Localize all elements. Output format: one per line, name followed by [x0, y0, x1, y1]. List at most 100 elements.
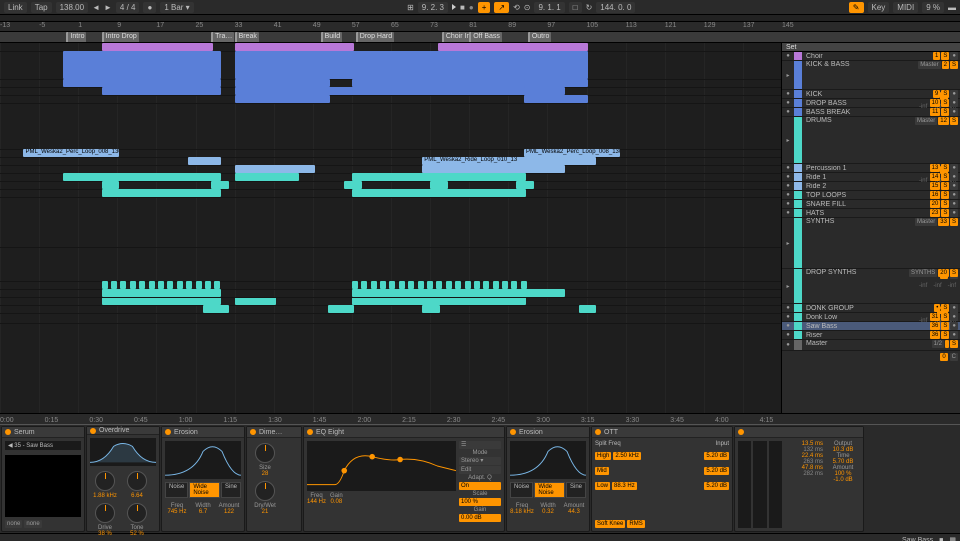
- play-button[interactable]: [452, 3, 456, 12]
- key-button[interactable]: Key: [868, 2, 890, 13]
- clip[interactable]: [352, 297, 526, 305]
- solo[interactable]: S: [941, 331, 949, 339]
- clip[interactable]: [455, 281, 461, 289]
- track-num[interactable]: 1: [933, 52, 940, 60]
- arm[interactable]: ●: [950, 90, 958, 98]
- device[interactable]: OTTSplit FreqInputHigh2.50 kHz5.20 dBMid…: [591, 426, 733, 532]
- route[interactable]: Master: [918, 61, 940, 69]
- track-fold-icon[interactable]: ●: [784, 322, 792, 330]
- nudge-up[interactable]: ►: [104, 3, 112, 12]
- clip[interactable]: [235, 173, 300, 181]
- arrangement-pos[interactable]: 9. 2. 3: [418, 2, 448, 13]
- arm[interactable]: ●: [950, 209, 958, 217]
- solo[interactable]: S: [941, 182, 949, 190]
- track-name[interactable]: Ride 2: [804, 183, 896, 190]
- clip[interactable]: [177, 281, 183, 289]
- clip[interactable]: [422, 165, 565, 173]
- foot[interactable]: none: [5, 520, 22, 528]
- device-activator[interactable]: [595, 429, 601, 435]
- track-name[interactable]: KICK: [804, 91, 896, 98]
- clip[interactable]: [389, 281, 395, 289]
- clip[interactable]: [235, 43, 354, 51]
- clip[interactable]: [102, 79, 221, 87]
- solo[interactable]: S: [950, 61, 958, 69]
- solo[interactable]: S: [941, 99, 949, 107]
- clip[interactable]: [120, 281, 126, 289]
- track-fold-icon[interactable]: ●: [784, 331, 792, 339]
- track-fold-icon[interactable]: ●: [784, 182, 792, 190]
- clip[interactable]: [427, 281, 433, 289]
- time-sig[interactable]: 4 / 4: [116, 2, 140, 13]
- track-fold-icon[interactable]: ●: [784, 164, 792, 172]
- clip[interactable]: [235, 297, 276, 305]
- track-lane[interactable]: [0, 51, 781, 80]
- solo[interactable]: S: [941, 90, 949, 98]
- stereo-mode[interactable]: Stereo ▾: [459, 457, 501, 465]
- clip[interactable]: [352, 189, 526, 197]
- clip[interactable]: [399, 281, 405, 289]
- track-header[interactable]: ●SNARE FILL20S●: [782, 200, 960, 209]
- track-name[interactable]: KICK & BASS: [804, 61, 896, 68]
- solo[interactable]: S: [950, 117, 958, 125]
- device[interactable]: Serum◀ 35 - Saw Bassnonenone: [1, 426, 85, 532]
- od-display[interactable]: [90, 438, 156, 466]
- quantize-menu[interactable]: 1 Bar ▾: [160, 2, 193, 13]
- solo[interactable]: S: [941, 52, 949, 60]
- clip[interactable]: [102, 297, 221, 305]
- device[interactable]: EQ EightFreq144 HzGain0.08☰ModeStereo ▾E…: [303, 426, 505, 532]
- track-name[interactable]: Choir: [804, 53, 896, 60]
- track-fold-icon[interactable]: ●: [784, 304, 792, 312]
- track-header[interactable]: ●TOP LOOPS16S●: [782, 191, 960, 200]
- arm[interactable]: ●: [950, 99, 958, 107]
- locator[interactable]: Build: [321, 32, 343, 42]
- arm[interactable]: ●: [950, 313, 958, 321]
- track-fold-icon[interactable]: ▸: [784, 269, 792, 303]
- clip[interactable]: [524, 87, 565, 95]
- clip[interactable]: [493, 281, 499, 289]
- device[interactable]: Dime…Size28Dry/Wet21: [246, 426, 302, 532]
- track-fold-icon[interactable]: ●: [784, 108, 792, 116]
- clip[interactable]: [436, 281, 442, 289]
- locator[interactable]: Off Bass: [469, 32, 502, 42]
- solo[interactable]: S: [950, 340, 958, 348]
- track-name[interactable]: TOP LOOPS: [804, 192, 896, 199]
- track-header[interactable]: ●HATS23S●: [782, 209, 960, 218]
- clip[interactable]: [111, 281, 117, 289]
- erosion-display[interactable]: [165, 441, 241, 479]
- track-name[interactable]: Master: [804, 340, 896, 347]
- track-num[interactable]: 23: [930, 209, 941, 217]
- punch-in[interactable]: □: [569, 2, 582, 13]
- overview[interactable]: [0, 15, 960, 22]
- clip[interactable]: [524, 43, 589, 51]
- track-lane[interactable]: [0, 313, 781, 324]
- knob[interactable]: [95, 503, 115, 523]
- mode-radio[interactable]: NoiseWide NoiseSine: [510, 482, 586, 498]
- tempo-field[interactable]: 138.00: [56, 2, 88, 13]
- track-num[interactable]: •: [934, 304, 940, 312]
- stop-all-icon[interactable]: ■: [939, 537, 943, 541]
- clip[interactable]: [196, 281, 202, 289]
- metronome-button[interactable]: ●: [143, 2, 156, 13]
- solo[interactable]: S: [941, 164, 949, 172]
- clip[interactable]: [446, 281, 452, 289]
- time-ruler[interactable]: 0:000:150:300:451:001:151:301:452:002:15…: [0, 413, 960, 424]
- clip[interactable]: [502, 281, 508, 289]
- solo[interactable]: S: [941, 304, 949, 312]
- clip[interactable]: [408, 281, 414, 289]
- track-header[interactable]: ●Saw Bass36S●: [782, 322, 960, 331]
- route[interactable]: Master: [915, 218, 937, 226]
- clip[interactable]: [521, 281, 527, 289]
- device[interactable]: ErosionNoiseWide NoiseSineFreq8.18 kHzWi…: [506, 426, 590, 532]
- track-header[interactable]: ▸SYNTHSMaster 33 S0C-inf-inf-inf: [782, 218, 960, 269]
- clip[interactable]: [203, 305, 228, 313]
- track-num[interactable]: 36: [930, 322, 941, 330]
- clip[interactable]: [352, 281, 358, 289]
- device-activator[interactable]: [510, 429, 516, 435]
- clip[interactable]: [516, 181, 534, 189]
- midi-button[interactable]: MIDI: [893, 2, 918, 13]
- clip[interactable]: [158, 281, 164, 289]
- track-header[interactable]: ●Ride 215S●: [782, 182, 960, 191]
- locator[interactable]: Break: [235, 32, 259, 42]
- record-button[interactable]: ●: [469, 3, 474, 12]
- clip[interactable]: [63, 51, 221, 79]
